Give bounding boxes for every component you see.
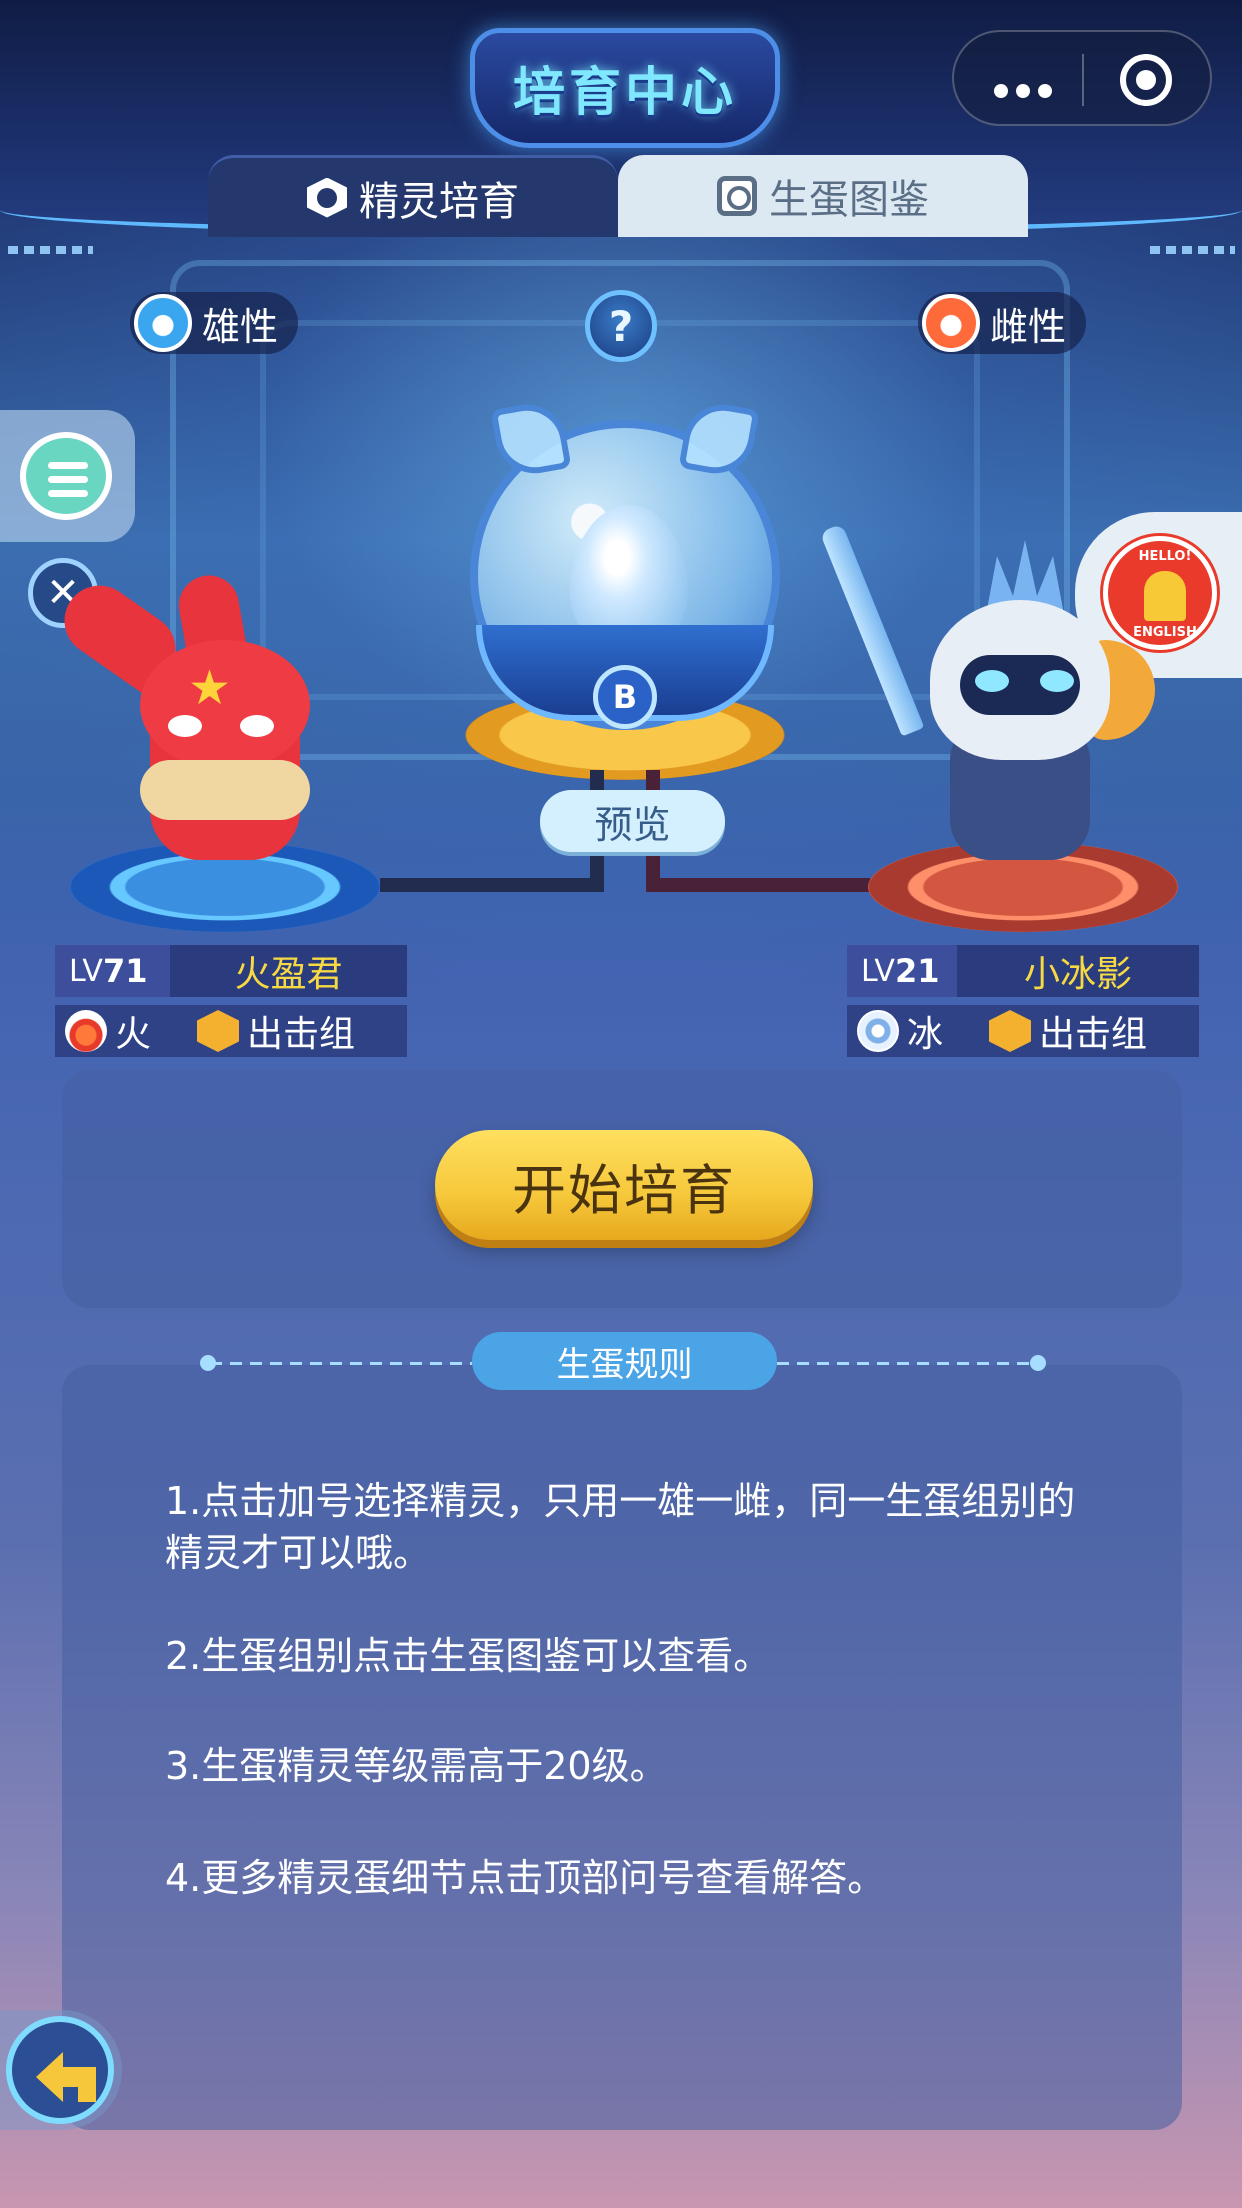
male-gender-label: 雄性 xyxy=(202,304,279,349)
female-icon xyxy=(922,294,980,352)
female-name: 小冰影 xyxy=(957,945,1199,997)
group-shield-icon xyxy=(197,1010,239,1052)
rule-item-4: 4.更多精灵蛋细节点击顶部问号查看解答。 xyxy=(165,1856,886,1900)
rules-divider-right xyxy=(777,1362,1035,1365)
start-breeding-button[interactable]: 开始培育 xyxy=(435,1130,813,1240)
fire-element-icon xyxy=(65,1010,107,1052)
female-tags: 冰 出击组 xyxy=(847,1005,1199,1057)
back-circle xyxy=(6,2016,114,2124)
hello-english-logo: HELLO! ENGLISH xyxy=(1103,536,1217,650)
badge-line1: HELLO! xyxy=(1138,549,1192,564)
menu-button[interactable] xyxy=(0,410,135,542)
badge-line2: ENGLISH xyxy=(1133,625,1197,640)
book-icon xyxy=(717,176,757,216)
page-title: 培育中心 xyxy=(512,63,737,123)
male-group: 出击组 xyxy=(247,1014,356,1055)
star-icon: ★ xyxy=(188,660,232,716)
tab-egg-guide-label: 生蛋图鉴 xyxy=(769,177,929,223)
female-gender-badge: 雌性 xyxy=(918,292,1087,354)
b-emblem: B xyxy=(593,665,657,729)
male-level: 71 xyxy=(102,952,148,990)
male-element: 火 xyxy=(115,1014,152,1055)
male-tags: 火 出击组 xyxy=(55,1005,407,1057)
male-icon xyxy=(134,294,192,352)
rabbit-eye-left xyxy=(168,715,202,737)
tab-breeding-label: 精灵培育 xyxy=(359,178,519,225)
rail-left xyxy=(8,246,93,254)
tab-breeding[interactable]: 精灵培育 xyxy=(208,155,618,237)
group-shield-icon xyxy=(989,1010,1031,1052)
rabbit-fur-collar xyxy=(140,760,310,820)
rules-dot-right xyxy=(1030,1355,1046,1371)
male-level-box: LV 71 xyxy=(55,945,170,997)
female-element: 冰 xyxy=(907,1014,944,1055)
pipe-right-horizontal xyxy=(646,878,870,892)
rule-item-2: 2.生蛋组别点击生蛋图鉴可以查看。 xyxy=(165,1634,772,1678)
pipe-left-horizontal xyxy=(380,878,604,892)
preview-button[interactable]: 预览 xyxy=(540,790,725,852)
rules-divider-left xyxy=(210,1362,472,1365)
miniprogram-capsule xyxy=(952,30,1212,126)
hexagon-icon xyxy=(307,177,347,218)
tab-egg-guide[interactable]: 生蛋图鉴 xyxy=(618,155,1028,237)
male-info-row: LV 71 火盈君 xyxy=(55,945,407,997)
letter-a-mascot-icon xyxy=(1144,571,1186,621)
rail-right xyxy=(1150,246,1235,254)
rules-dot-left xyxy=(200,1355,216,1371)
back-button[interactable] xyxy=(0,2010,122,2130)
male-name: 火盈君 xyxy=(170,945,407,997)
rule-item-3: 3.生蛋精灵等级需高于20级。 xyxy=(165,1744,668,1788)
more-icon[interactable] xyxy=(994,66,1060,107)
female-info-row: LV 21 小冰影 xyxy=(847,945,1199,997)
female-gender-label: 雌性 xyxy=(990,304,1067,349)
male-gender-badge: 雄性 xyxy=(130,292,299,354)
female-level: 21 xyxy=(894,952,940,990)
rabbit-eye-right xyxy=(240,715,274,737)
female-level-box: LV 21 xyxy=(847,945,957,997)
ice-element-icon xyxy=(857,1010,899,1052)
knight-eye-left xyxy=(975,670,1009,692)
knight-eye-right xyxy=(1040,670,1074,692)
list-icon xyxy=(20,432,112,520)
capsule-divider xyxy=(1082,54,1084,106)
male-level-prefix: LV xyxy=(69,953,103,989)
female-level-prefix: LV xyxy=(861,953,895,989)
help-button[interactable]: ? xyxy=(585,290,657,362)
close-miniprogram-icon[interactable] xyxy=(1120,54,1172,106)
rules-title: 生蛋规则 xyxy=(472,1332,777,1390)
female-group: 出击组 xyxy=(1039,1014,1148,1055)
rule-item-1: 1.点击加号选择精灵，只用一雄一雌，同一生蛋组别的精灵才可以哦。 xyxy=(165,1479,1076,1575)
back-arrow-icon xyxy=(36,2052,96,2102)
